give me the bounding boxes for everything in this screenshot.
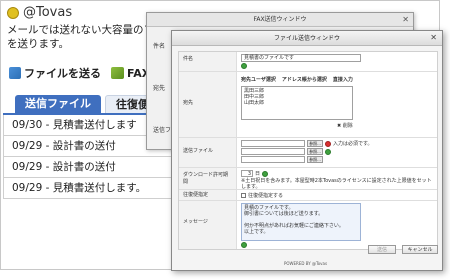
download-days-unit: 日 — [255, 171, 261, 177]
file-label: 送信ファイル — [179, 138, 237, 167]
subject-row: 件名 見積書のファイルです — [179, 52, 437, 72]
subject-valid-icon — [241, 63, 247, 69]
tab-sent-files[interactable]: 送信ファイル — [15, 95, 101, 113]
direct-input-button[interactable]: 直接入力 — [333, 76, 353, 83]
delete-icon: ✖ — [337, 123, 342, 129]
roundtrip-option-label: 往復便指定する — [248, 192, 284, 199]
file-input-1[interactable] — [241, 140, 305, 147]
send-form: 件名 見積書のファイルです 宛先 宛先ユーザ選択 アドレス帳から選択 直接入力 … — [178, 51, 438, 250]
file-send-dialog: ファイル送信ウィンドウ ✕ 件名 見積書のファイルです 宛先 宛先ユーザ選択 ア… — [171, 30, 443, 271]
roundtrip-checkbox[interactable] — [241, 192, 246, 198]
list-item[interactable]: 09/29 - 見積書送付します。 — [3, 178, 173, 199]
message-label: メッセージ — [179, 201, 237, 249]
error-icon — [325, 140, 331, 147]
tovas-logo-icon — [7, 6, 19, 19]
subject-input[interactable]: 見積書のファイルです — [241, 54, 361, 62]
send-file-label: ファイルを送る — [24, 67, 101, 80]
dialog-close-icon[interactable]: ✕ — [430, 33, 437, 42]
browse-button-3[interactable]: 参照... — [307, 156, 323, 163]
select-user-button[interactable]: 宛先ユーザ選択 — [241, 76, 276, 83]
fax-label-to: 宛先 — [153, 85, 166, 92]
fax-icon — [111, 67, 124, 79]
recipient-item[interactable]: 山田太郎 — [244, 100, 350, 106]
cancel-button[interactable]: キャンセル — [402, 245, 438, 254]
subject-label: 件名 — [179, 52, 237, 71]
app-title: @Tovas — [7, 5, 72, 20]
file-required-message: 入力は必須です。 — [333, 141, 373, 147]
file-row: 送信ファイル 参照... 入力は必須です。 参照... 参照... — [179, 138, 437, 168]
browse-button-2[interactable]: 参照... — [307, 148, 323, 155]
send-button[interactable]: 送信 — [368, 245, 396, 254]
recipient-listbox[interactable]: 黒田三郎 田中三郎 山田太郎 — [241, 86, 353, 120]
download-period-label: ダウンロード許可期間 — [179, 168, 237, 189]
delete-recipient-button[interactable]: ✖ 削除 — [337, 122, 433, 129]
recipient-row: 宛先 宛先ユーザ選択 アドレス帳から選択 直接入力 黒田三郎 田中三郎 山田太郎… — [179, 72, 437, 138]
app-tabs: 送信ファイル 往復便 — [15, 95, 160, 113]
download-period-row: ダウンロード許可期間 3 日 ※土日祝日を含みます。本屋型時2本Tovasのライ… — [179, 168, 437, 190]
message-row: メッセージ 見積のファイルです。 御引書については後ほど送ります。 何か不明点が… — [179, 201, 437, 249]
browse-button-1[interactable]: 参照... — [307, 140, 323, 147]
roundtrip-row: 往復便指定 往復便指定する — [179, 190, 437, 201]
file-input-3[interactable] — [241, 156, 305, 163]
message-line: 以上です。 — [244, 229, 269, 235]
dialog-title: ファイル送信ウィンドウ — [172, 31, 442, 46]
message-valid-icon — [241, 242, 247, 248]
app-title-text: @Tovas — [23, 5, 73, 20]
delete-label: 削除 — [342, 123, 353, 129]
send-file-icon — [9, 67, 21, 79]
list-item[interactable]: 09/29 - 設計書の送付 — [3, 157, 173, 178]
send-file-button[interactable]: ファイルを送る — [9, 65, 101, 81]
address-book-button[interactable]: アドレス帳から選択 — [282, 76, 327, 83]
download-valid-icon — [262, 170, 269, 177]
download-days-input[interactable]: 3 — [241, 170, 253, 177]
file-valid-icon — [325, 148, 331, 155]
roundtrip-label: 往復便指定 — [179, 190, 237, 200]
powered-by-logo: POWERED BY @Tovas — [284, 261, 328, 266]
file-input-2[interactable] — [241, 148, 305, 155]
fax-close-icon[interactable]: ✕ — [402, 15, 409, 24]
recipient-label: 宛先 — [179, 72, 237, 137]
download-period-note: ※土日祝日を含みます。本屋型時2本Tovasのライセンスに設定された上限値をセッ… — [241, 178, 432, 190]
fax-dialog-title: FAX送信ウィンドウ — [147, 13, 413, 27]
fax-label-subject: 件名 — [153, 43, 166, 50]
message-textarea[interactable]: 見積のファイルです。 御引書については後ほど送ります。 何か不明点があればお気軽… — [241, 203, 361, 241]
